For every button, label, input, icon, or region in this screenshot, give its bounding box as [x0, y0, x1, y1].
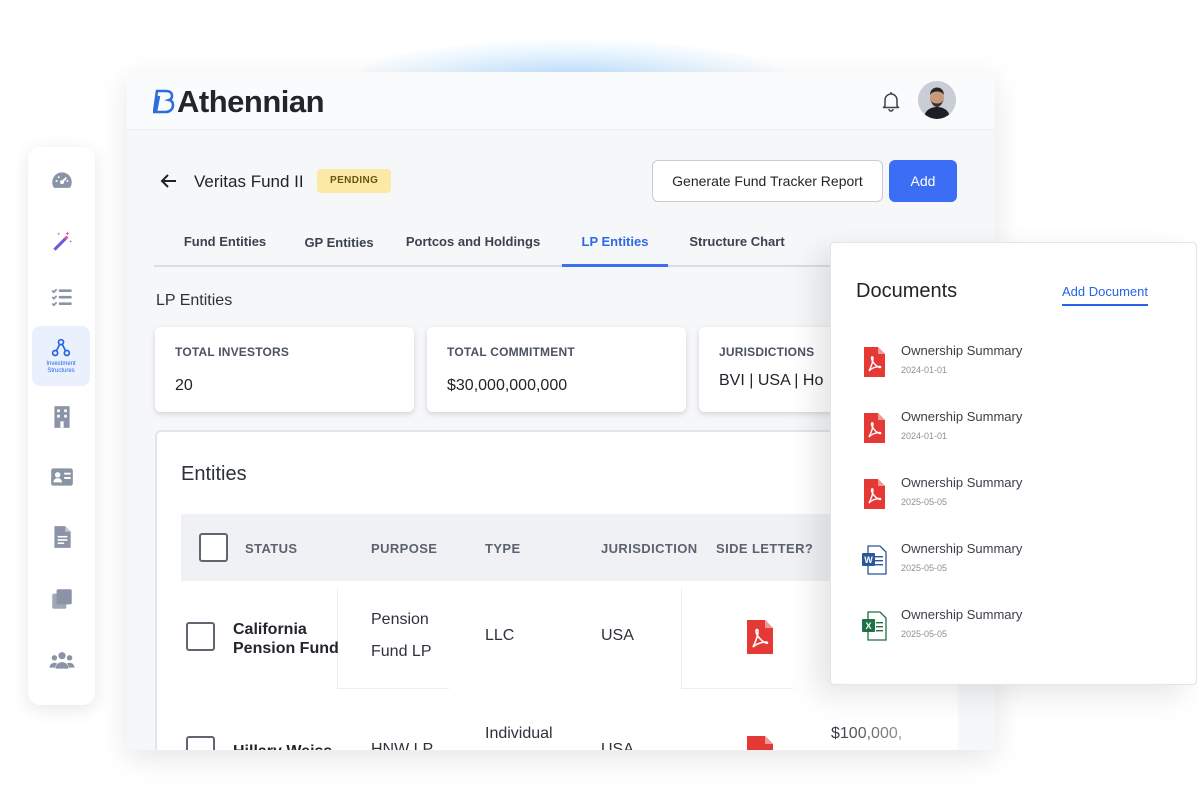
pdf-icon [864, 413, 885, 443]
rail-item-copies[interactable] [28, 569, 95, 629]
bell-icon[interactable] [879, 89, 903, 113]
generate-report-button[interactable]: Generate Fund Tracker Report [652, 160, 883, 202]
rail-item-investment-structures[interactable]: Investment Structures [32, 326, 90, 386]
rail-label-investment-structures: Investment Structures [46, 360, 76, 374]
entity-jurisdiction: USA [601, 741, 634, 750]
copy-icon [51, 589, 72, 609]
document-date: 2025-05-05 [901, 497, 948, 507]
add-button[interactable]: Add [889, 160, 957, 202]
rail-item-people[interactable] [28, 630, 95, 690]
contact-card-icon [50, 468, 73, 486]
rail-item-magic[interactable] [28, 211, 95, 271]
checklist-icon [51, 288, 72, 307]
entity-name[interactable]: Hillary Weiss [233, 742, 363, 750]
fund-title: Veritas Fund II [194, 172, 304, 191]
word-icon: W [862, 545, 887, 575]
pdf-icon[interactable] [747, 736, 773, 750]
magic-wand-icon [52, 231, 72, 251]
document-name: Ownership Summary [901, 607, 1023, 622]
document-date: 2024-01-01 [901, 431, 948, 441]
select-all-checkbox[interactable] [199, 533, 228, 562]
document-item[interactable]: Ownership Summary 2024-01-01 [861, 409, 1161, 455]
document-date: 2025-05-05 [901, 629, 948, 639]
document-date: 2024-01-01 [901, 365, 948, 375]
entity-amount: $100,000, [831, 725, 903, 742]
tab-gp-entities[interactable]: GP Entities [290, 222, 388, 267]
column-header-type[interactable]: TYPE [485, 541, 521, 556]
section-title: LP Entities [156, 292, 233, 309]
stat-label: JURISDICTIONS [719, 345, 815, 359]
rail-item-dashboard[interactable] [28, 151, 95, 211]
building-icon [53, 406, 70, 428]
status-badge: PENDING [317, 169, 392, 193]
tab-portcos-holdings[interactable]: Portcos and Holdings [398, 222, 548, 267]
brand-name: Athennian [177, 84, 325, 119]
entity-type: LLC [485, 627, 515, 644]
entity-jurisdiction: USA [601, 627, 634, 644]
documents-panel: Documents Add Document Ownership Summary… [830, 242, 1197, 685]
active-tab-indicator [562, 264, 668, 267]
svg-text:W: W [864, 555, 873, 565]
tab-lp-entities[interactable]: LP Entities [562, 222, 668, 267]
document-icon [53, 526, 71, 548]
tab-fund-entities[interactable]: Fund Entities [172, 222, 278, 267]
row-checkbox[interactable] [186, 736, 215, 750]
avatar[interactable] [918, 81, 956, 119]
left-rail: Investment Structures [28, 147, 95, 705]
top-bar: Athennian [127, 72, 995, 130]
column-header-side-letter[interactable]: SIDE LETTER? [716, 541, 813, 556]
column-header-purpose[interactable]: PURPOSE [371, 541, 437, 556]
column-header-status[interactable]: STATUS [245, 541, 297, 556]
documents-title: Documents [856, 280, 958, 302]
entity-purpose: HNW LP [371, 741, 434, 750]
rail-item-tasks[interactable] [28, 267, 95, 327]
document-item[interactable]: W Ownership Summary 2025-05-05 [861, 541, 1161, 587]
rail-item-buildings[interactable] [28, 387, 95, 447]
document-date: 2025-05-05 [901, 563, 948, 573]
brand-logo[interactable]: Athennian [153, 84, 325, 120]
add-document-link[interactable]: Add Document [1062, 284, 1148, 306]
stat-value: 20 [175, 377, 193, 394]
document-name: Ownership Summary [901, 343, 1023, 358]
stat-card-total-commitment: TOTAL COMMITMENT $30,000,000,000 [427, 327, 686, 412]
user-photo-icon [918, 81, 956, 119]
stat-label: TOTAL COMMITMENT [447, 345, 575, 359]
document-item[interactable]: X Ownership Summary 2025-05-05 [861, 607, 1161, 653]
pdf-icon [864, 347, 885, 377]
column-header-jurisdiction[interactable]: JURISDICTION [601, 541, 698, 556]
back-arrow-icon[interactable] [159, 171, 179, 191]
gauge-icon [51, 172, 72, 188]
people-icon [49, 652, 74, 669]
document-name: Ownership Summary [901, 409, 1023, 424]
entities-title: Entities [181, 463, 247, 485]
tab-structure-chart[interactable]: Structure Chart [678, 222, 796, 267]
svg-text:X: X [865, 621, 871, 631]
entity-type: Individual [485, 725, 553, 742]
stat-label: TOTAL INVESTORS [175, 345, 290, 359]
document-item[interactable]: Ownership Summary 2024-01-01 [861, 343, 1161, 389]
document-name: Ownership Summary [901, 475, 1023, 490]
rail-item-documents[interactable] [28, 507, 95, 567]
pdf-icon[interactable] [747, 620, 773, 654]
cell-divider [681, 688, 793, 689]
document-name: Ownership Summary [901, 541, 1023, 556]
pdf-icon [864, 479, 885, 509]
stat-value: $30,000,000,000 [447, 377, 568, 394]
cell-divider [337, 688, 449, 689]
athennian-logo-icon [153, 89, 175, 114]
stat-card-total-investors: TOTAL INVESTORS 20 [155, 327, 414, 412]
rail-item-contacts[interactable] [28, 447, 95, 507]
excel-icon: X [862, 611, 887, 641]
document-item[interactable]: Ownership Summary 2025-05-05 [861, 475, 1161, 521]
structure-icon [51, 338, 71, 356]
entity-purpose: Pension Fund LP [371, 611, 432, 660]
cell-divider [681, 588, 682, 688]
entity-name[interactable]: California Pension Fund [233, 620, 363, 658]
row-checkbox[interactable] [186, 622, 215, 651]
stat-value: BVI | USA | Ho [719, 372, 824, 389]
